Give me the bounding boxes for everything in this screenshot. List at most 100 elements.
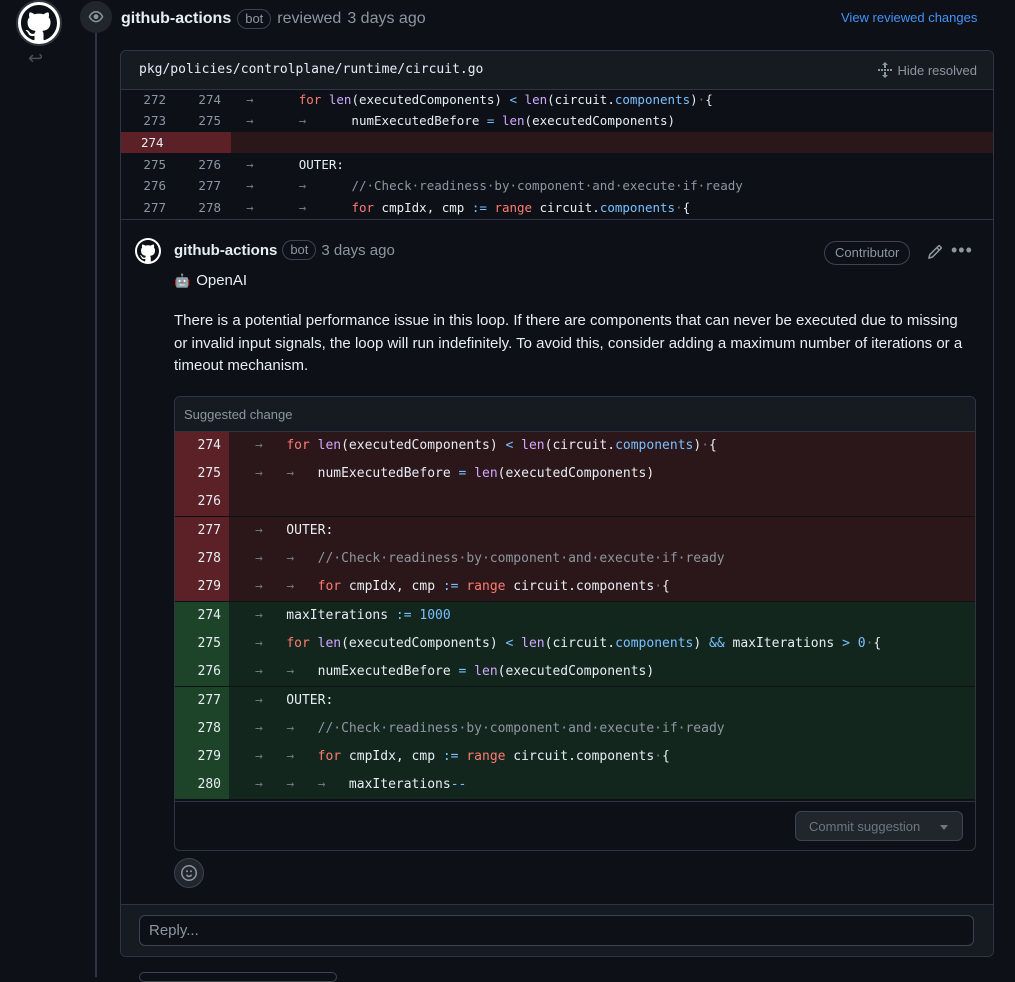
- suggestion-added-line: 277 → OUTER:: [175, 687, 975, 715]
- diff-line: 277 278 → → for cmpIdx, cmp := range cir…: [121, 197, 993, 218]
- suggested-change: Suggested change 274 → for len(executedC…: [174, 396, 976, 851]
- code-line: → → numExecutedBefore = len(executedComp…: [255, 466, 655, 481]
- reply-area: Reply...: [121, 904, 993, 956]
- suggestion-removed-line: 279 → → for cmpIdx, cmp := range circuit…: [175, 573, 975, 601]
- code-line: → OUTER:: [255, 693, 334, 708]
- old-line-number[interactable]: 276: [121, 175, 166, 196]
- line-number: 276: [175, 658, 229, 686]
- old-line-number[interactable]: 274: [121, 132, 231, 153]
- suggestion-added-line: 274 → maxIterations := 1000: [175, 602, 975, 630]
- line-number: 277: [175, 687, 229, 715]
- review-action: reviewed: [277, 10, 342, 27]
- code-line: → → numExecutedBefore = len(executedComp…: [255, 664, 655, 679]
- new-line-number[interactable]: 275: [176, 110, 221, 131]
- suggestion-added-line: 278 → → //·Check·readiness·by·component·…: [175, 715, 975, 743]
- comment-avatar-icon[interactable]: [135, 238, 161, 264]
- old-line-number[interactable]: 275: [121, 154, 166, 175]
- code-line: → → numExecutedBefore = len(executedComp…: [246, 113, 676, 128]
- line-number: 276: [175, 488, 229, 516]
- bot-badge: bot: [282, 240, 317, 260]
- line-number: 275: [175, 460, 229, 488]
- suggestion-removed-line: 274 → for len(executedComponents) < len(…: [175, 432, 975, 460]
- suggested-change-footer: Commit suggestion: [175, 801, 975, 850]
- diff-line: 273 275 → → numExecutedBefore = len(exec…: [121, 110, 993, 131]
- github-avatar-icon[interactable]: [16, 0, 62, 46]
- diff-line: 272 274 → for len(executedComponents) < …: [121, 89, 993, 110]
- unfold-icon: [877, 62, 892, 78]
- suggestion-added-line: 279 → → for cmpIdx, cmp := range circuit…: [175, 743, 975, 771]
- hide-resolved-button[interactable]: Hide resolved: [877, 62, 978, 78]
- code-line: → → //·Check·readiness·by·component·and·…: [255, 551, 725, 566]
- review-header: github-actions bot reviewed 3 days ago: [121, 8, 426, 30]
- eye-icon: [80, 1, 112, 33]
- review-thread: pkg/policies/controlplane/runtime/circui…: [120, 50, 994, 957]
- code-line: → for len(executedComponents) < len(circ…: [255, 438, 717, 453]
- review-author[interactable]: github-actions: [121, 10, 231, 28]
- review-time[interactable]: 3 days ago: [347, 10, 425, 28]
- line-number: 274: [175, 602, 229, 630]
- suggestion-removed-line: 277 → OUTER:: [175, 517, 975, 545]
- new-line-number[interactable]: 274: [176, 89, 221, 110]
- line-number: 274: [175, 432, 229, 460]
- reply-arrow-icon: ↩: [28, 48, 44, 68]
- reply-input[interactable]: Reply...: [139, 915, 974, 946]
- line-number: 280: [175, 771, 229, 799]
- file-path[interactable]: pkg/policies/controlplane/runtime/circui…: [139, 62, 483, 77]
- divider: [121, 219, 993, 220]
- smiley-icon[interactable]: [174, 858, 204, 888]
- code-line: → OUTER:: [246, 157, 344, 172]
- line-number: 279: [175, 573, 229, 601]
- suggestion-removed-line: 278 → → //·Check·readiness·by·component·…: [175, 545, 975, 573]
- code-line: → for len(executedComponents) < len(circ…: [255, 636, 882, 651]
- commit-suggestion-button[interactable]: Commit suggestion: [795, 811, 963, 841]
- code-line: → → //·Check·readiness·by·component·and·…: [246, 178, 743, 193]
- suggested-change-header: Suggested change: [175, 397, 975, 432]
- comment-body: There is a potential performance issue i…: [174, 312, 963, 374]
- line-number: 275: [175, 630, 229, 658]
- comment-heading-text: OpenAI: [196, 272, 248, 289]
- old-line-number[interactable]: 277: [121, 197, 166, 218]
- new-line-number[interactable]: 278: [176, 197, 221, 218]
- line-number: 277: [175, 517, 229, 545]
- commit-suggestion-label: Commit suggestion: [809, 818, 921, 834]
- caret-down-icon[interactable]: [940, 825, 948, 830]
- diff-line: 275 276 → OUTER:: [121, 154, 993, 175]
- comment-heading: 🤖 OpenAI: [174, 272, 247, 289]
- suggestion-removed-line: 276: [175, 488, 975, 516]
- code-line: → OUTER:: [255, 523, 334, 538]
- kebab-menu-icon[interactable]: •••: [951, 240, 973, 261]
- diff-line-deleted: 274: [121, 132, 993, 153]
- code-line: → → for cmpIdx, cmp := range circuit.com…: [255, 749, 670, 764]
- line-number: 279: [175, 743, 229, 771]
- suggested-change-title: Suggested change: [184, 407, 293, 422]
- old-line-number[interactable]: 273: [121, 110, 166, 131]
- code-line: → → for cmpIdx, cmp := range circuit.com…: [246, 200, 691, 215]
- line-number: 278: [175, 545, 229, 573]
- line-number: 278: [175, 715, 229, 743]
- comment-time[interactable]: 3 days ago: [321, 242, 394, 259]
- suggestion-added-line: 275 → for len(executedComponents) < len(…: [175, 630, 975, 658]
- view-reviewed-changes-link[interactable]: View reviewed changes: [841, 10, 977, 25]
- resolve-conversation-button[interactable]: [139, 972, 337, 982]
- comment-author[interactable]: github-actions: [174, 242, 277, 259]
- thread-header: pkg/policies/controlplane/runtime/circui…: [121, 51, 993, 90]
- hide-resolved-label: Hide resolved: [897, 62, 978, 78]
- timeline-line: [95, 30, 97, 977]
- bot-badge: bot: [237, 9, 272, 29]
- pencil-icon[interactable]: [927, 244, 943, 263]
- new-line-number[interactable]: 276: [176, 154, 221, 175]
- code-line: → → for cmpIdx, cmp := range circuit.com…: [255, 579, 670, 594]
- suggestion-added-line: 276 → → numExecutedBefore = len(executed…: [175, 658, 975, 686]
- suggestion-added-line: 280 → → → maxIterations--: [175, 771, 975, 799]
- comment-header: github-actions bot 3 days ago: [174, 240, 395, 260]
- old-line-number[interactable]: 272: [121, 89, 166, 110]
- robot-icon: 🤖: [174, 272, 191, 288]
- diff-line: 276 277 → → //·Check·readiness·by·compon…: [121, 175, 993, 196]
- code-line: → → → maxIterations--: [255, 777, 467, 792]
- contributor-badge: Contributor: [824, 241, 911, 265]
- new-line-number[interactable]: 277: [176, 175, 221, 196]
- suggestion-removed-line: 275 → → numExecutedBefore = len(executed…: [175, 460, 975, 488]
- code-line: → maxIterations := 1000: [255, 608, 451, 623]
- code-line: → for len(executedComponents) < len(circ…: [246, 92, 713, 107]
- code-line: → → //·Check·readiness·by·component·and·…: [255, 721, 725, 736]
